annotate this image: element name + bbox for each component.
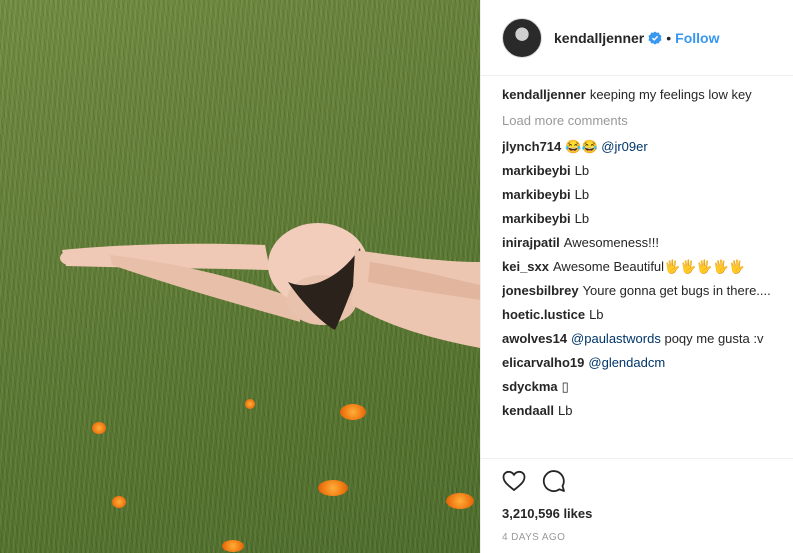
comment-text: Lb (574, 187, 590, 202)
comment-username[interactable]: jlynch714 (502, 139, 561, 154)
heart-icon[interactable] (502, 469, 526, 493)
flower (245, 399, 255, 409)
comment-text: Youre gonna get bugs in there.... (582, 283, 771, 298)
comment-username[interactable]: hoetic.lustice (502, 307, 585, 322)
action-icons (502, 466, 793, 496)
comment-item: sdyckma ▯ (502, 378, 777, 395)
comment-username[interactable]: markibeybi (502, 211, 571, 226)
verified-badge-icon (648, 30, 662, 45)
comment-item: kei_sxx Awesome Beautiful🖐🖐🖐🖐🖐 (502, 258, 777, 275)
flower (112, 496, 126, 508)
comment-username[interactable]: kei_sxx (502, 259, 549, 274)
comment-username[interactable]: markibeybi (502, 163, 571, 178)
caption-text: keeping my feelings low key (589, 87, 752, 102)
post-photo[interactable] (0, 0, 480, 553)
follow-button[interactable]: Follow (675, 30, 719, 46)
comment-text: Awesomeness!!! (563, 235, 659, 250)
comments-list[interactable]: kendalljenner keeping my feelings low key… (502, 86, 777, 458)
comment-item: markibeybi Lb (502, 162, 777, 179)
header-username[interactable]: kendalljenner (554, 30, 644, 46)
comment-item: markibeybi Lb (502, 186, 777, 203)
flower (222, 540, 244, 552)
comment-text: Awesome Beautiful🖐🖐🖐🖐🖐 (553, 259, 745, 274)
comment-username[interactable]: jonesbilbrey (502, 283, 579, 298)
comment-username[interactable]: markibeybi (502, 187, 571, 202)
avatar[interactable] (502, 17, 542, 58)
comment-text: Lb (574, 163, 590, 178)
caption-username[interactable]: kendalljenner (502, 87, 586, 102)
comment-username[interactable]: kendaall (502, 403, 554, 418)
photo-subject (60, 223, 480, 348)
comment-mention[interactable]: @jr09er (601, 139, 647, 154)
post-side-panel: kendalljenner • Follow kendalljenner keep… (480, 0, 793, 553)
comment-username[interactable]: sdyckma (502, 379, 558, 394)
post-caption: kendalljenner keeping my feelings low key (502, 86, 777, 103)
comment-item: jlynch714 😂😂 @jr09er (502, 138, 777, 155)
comment-item: kendaall Lb (502, 402, 777, 419)
comment-username[interactable]: awolves14 (502, 331, 567, 346)
comment-item: inirajpatil Awesomeness!!! (502, 234, 777, 251)
flower (92, 422, 106, 434)
post-header: kendalljenner • Follow (481, 0, 793, 76)
comment-mention[interactable]: @paulastwords (571, 331, 661, 346)
comment-text: Lb (589, 307, 604, 322)
header-separator: • (666, 29, 672, 46)
comment-username[interactable]: elicarvalho19 (502, 355, 584, 370)
comment-item: markibeybi Lb (502, 210, 777, 227)
flower (340, 404, 366, 420)
comment-item: elicarvalho19 @glendadcm (502, 354, 777, 371)
comment-text: Lb (558, 403, 573, 418)
post-actions: 3,210,596 likes 4 DAYS AGO (481, 458, 793, 553)
comment-username[interactable]: inirajpatil (502, 235, 560, 250)
comment-text: ▯ (561, 379, 569, 394)
load-more-comments-button[interactable]: Load more comments (502, 112, 777, 129)
comment-bubble-icon[interactable] (542, 469, 566, 493)
comment-text: Lb (574, 211, 590, 226)
comment-item: awolves14 @paulastwords poqy me gusta :v (502, 330, 777, 347)
comment-text: poqy me gusta :v (664, 331, 764, 346)
comment-item: hoetic.lustice Lb (502, 306, 777, 323)
comment-item: jonesbilbrey Youre gonna get bugs in ther… (502, 282, 777, 299)
flower (318, 480, 348, 496)
flower (446, 493, 474, 509)
comment-mention[interactable]: @glendadcm (588, 355, 665, 370)
likes-count[interactable]: 3,210,596 likes (502, 506, 793, 521)
comment-text: 😂😂 (565, 139, 598, 154)
post-timestamp[interactable]: 4 DAYS AGO (502, 532, 793, 543)
